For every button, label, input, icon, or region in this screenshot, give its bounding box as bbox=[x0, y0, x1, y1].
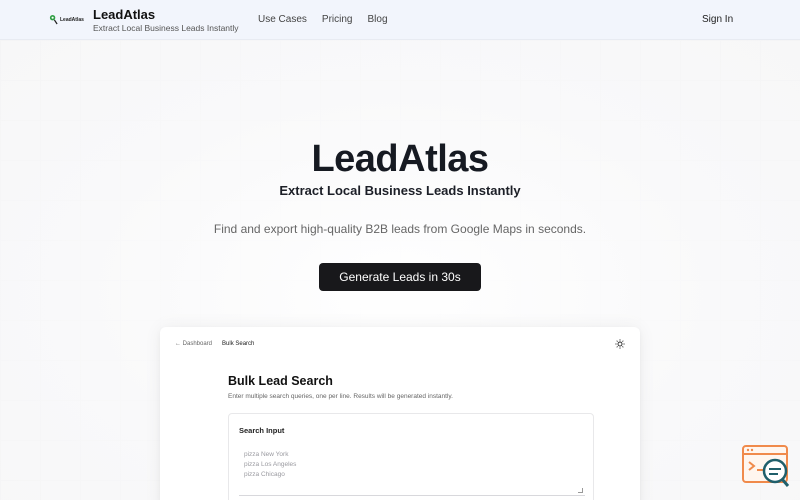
site-header: LeadAtlas LeadAtlas Extract Local Busine… bbox=[0, 0, 800, 40]
placeholder-line: pizza Chicago bbox=[244, 471, 285, 478]
search-queries-textarea[interactable]: pizza New York pizza Los Angeles pizza C… bbox=[239, 444, 585, 496]
generate-leads-button[interactable]: Generate Leads in 30s bbox=[319, 263, 481, 291]
logo[interactable]: LeadAtlas bbox=[49, 14, 84, 25]
nav-use-cases[interactable]: Use Cases bbox=[258, 14, 307, 25]
nav-pricing[interactable]: Pricing bbox=[322, 14, 353, 25]
bulk-search-description: Enter multiple search queries, one per l… bbox=[228, 393, 453, 400]
resize-handle[interactable] bbox=[578, 488, 583, 493]
hero-subtitle: Extract Local Business Leads Instantly bbox=[279, 183, 521, 198]
logo-text: LeadAtlas bbox=[60, 16, 84, 23]
app-preview-card: ← Dashboard Bulk Search Bulk Lead Search… bbox=[160, 327, 640, 500]
hero-title: LeadAtlas bbox=[311, 138, 489, 180]
hero-description: Find and export high-quality B2B leads f… bbox=[213, 222, 587, 236]
placeholder-line: pizza New York bbox=[244, 451, 289, 458]
breadcrumb-back-link[interactable]: ← Dashboard bbox=[175, 341, 212, 347]
breadcrumb: ← Dashboard Bulk Search bbox=[175, 341, 254, 347]
nav-blog[interactable]: Blog bbox=[367, 14, 387, 25]
search-input-label: Search Input bbox=[239, 426, 285, 435]
brand-subtitle: Extract Local Business Leads Instantly bbox=[93, 23, 239, 33]
placeholder-line: pizza Los Angeles bbox=[244, 461, 297, 468]
bulk-search-title: Bulk Lead Search bbox=[228, 374, 333, 388]
breadcrumb-current: Bulk Search bbox=[222, 341, 255, 347]
chat-search-icon[interactable] bbox=[742, 445, 790, 489]
search-input-panel: Search Input pizza New York pizza Los An… bbox=[228, 413, 594, 500]
sign-in-link[interactable]: Sign In bbox=[702, 14, 733, 25]
map-pin-search-icon bbox=[49, 15, 58, 25]
sun-icon[interactable] bbox=[615, 339, 625, 349]
main-nav: Use Cases Pricing Blog bbox=[258, 14, 388, 25]
brand-title[interactable]: LeadAtlas bbox=[93, 7, 155, 22]
